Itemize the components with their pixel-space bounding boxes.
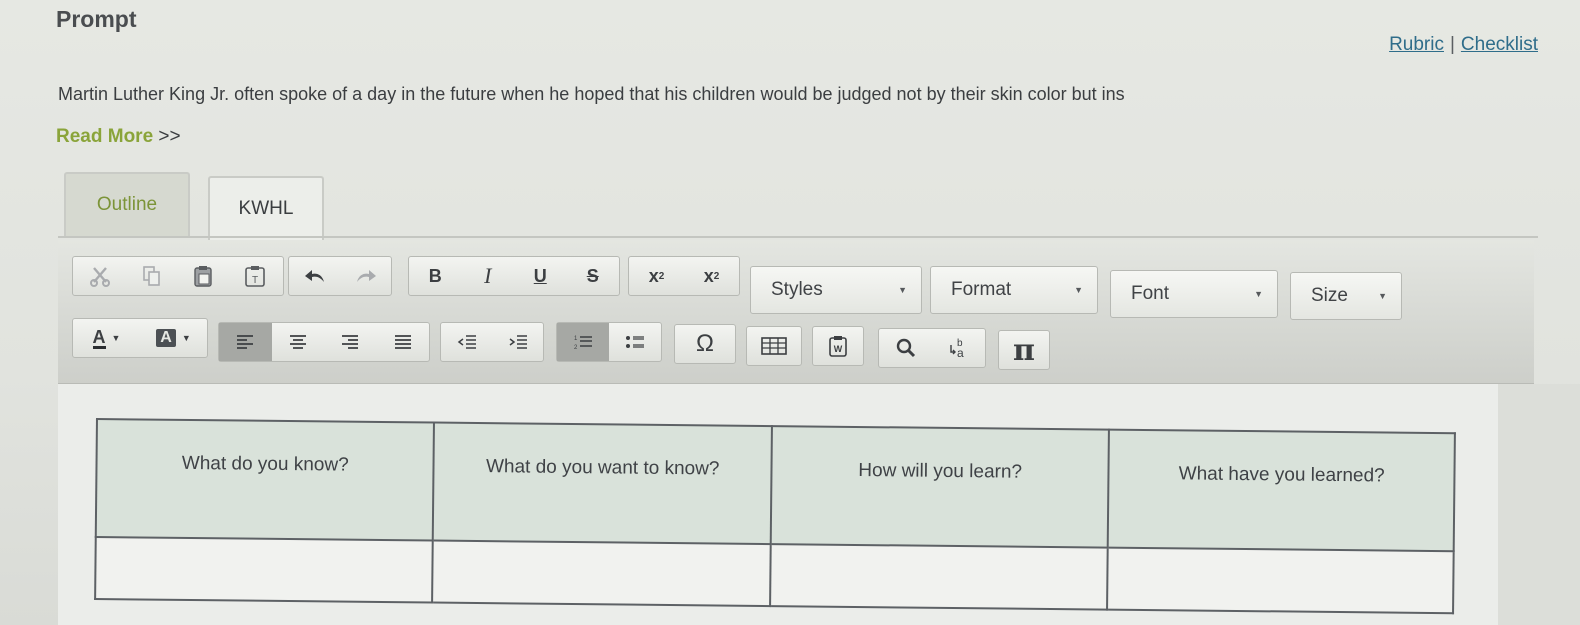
- size-dropdown-label: Size: [1311, 285, 1348, 306]
- table-header-want-to-know: What do you want to know?: [433, 422, 772, 545]
- rubric-link[interactable]: Rubric: [1389, 34, 1444, 55]
- svg-text:W: W: [834, 344, 843, 354]
- colors-group: A ▼ A ▼: [72, 318, 208, 358]
- chevron-down-icon: ▼: [1074, 285, 1083, 295]
- tab-outline[interactable]: Outline: [64, 172, 190, 236]
- align-center-icon[interactable]: [272, 323, 325, 361]
- table-row: [95, 537, 1454, 614]
- paste-icon[interactable]: [177, 257, 229, 295]
- table-icon[interactable]: [747, 327, 801, 365]
- underline-button[interactable]: U: [514, 257, 567, 295]
- strikethrough-button[interactable]: S: [567, 257, 620, 295]
- outdent-icon[interactable]: [441, 323, 492, 361]
- read-more-label[interactable]: Read More: [56, 126, 153, 147]
- chevron-down-icon: ▼: [1254, 289, 1263, 299]
- align-right-icon[interactable]: [324, 323, 377, 361]
- find-replace-icon[interactable]: ba: [932, 329, 985, 367]
- read-more-link[interactable]: Read More >>: [56, 126, 181, 148]
- table-header-know: What do you know?: [95, 419, 435, 541]
- link-separator: |: [1449, 34, 1455, 55]
- background-color-button[interactable]: A ▼: [140, 319, 207, 357]
- superscript-digit: 2: [713, 270, 720, 282]
- table-header-how-learn: How will you learn?: [770, 426, 1110, 548]
- svg-text:T: T: [252, 275, 258, 286]
- text-color-button[interactable]: A ▼: [73, 319, 140, 357]
- chevron-down-icon: ▼: [111, 333, 121, 343]
- svg-text:a: a: [957, 346, 964, 359]
- redo-icon[interactable]: [340, 257, 391, 295]
- indent-icon[interactable]: [492, 323, 543, 361]
- alignment-group: [218, 322, 430, 362]
- math-equation-button[interactable]: π: [999, 331, 1049, 369]
- format-dropdown[interactable]: Format ▼: [930, 266, 1098, 314]
- script-group: x2 x2: [628, 256, 740, 296]
- superscript-button[interactable]: x2: [684, 257, 739, 295]
- basic-styles-group: B I U S: [408, 256, 620, 296]
- styles-dropdown[interactable]: Styles ▼: [750, 266, 922, 314]
- clipboard-group: T: [72, 256, 284, 296]
- bold-button[interactable]: B: [409, 257, 462, 295]
- subscript-label: x: [648, 265, 659, 286]
- table-header-row: What do you know? What do you want to kn…: [95, 419, 1455, 552]
- bulleted-list-icon[interactable]: [609, 323, 661, 361]
- paste-text-icon[interactable]: T: [229, 257, 281, 295]
- find-replace-group: ba: [878, 328, 986, 368]
- table-group: [746, 326, 802, 366]
- special-character-button[interactable]: Ω: [675, 325, 735, 363]
- chevron-down-icon: ▼: [898, 285, 907, 295]
- size-dropdown[interactable]: Size ▼: [1290, 272, 1402, 320]
- table-header-learned: What have you learned?: [1108, 429, 1455, 552]
- table-cell-how-learn[interactable]: [770, 544, 1109, 610]
- history-group: [288, 256, 392, 296]
- paste-word-group: W: [812, 326, 864, 366]
- justify-icon[interactable]: [377, 323, 430, 361]
- paste-from-word-icon[interactable]: W: [813, 327, 863, 365]
- search-icon[interactable]: [879, 329, 932, 367]
- font-dropdown-label: Font: [1131, 283, 1170, 304]
- styles-dropdown-label: Styles: [771, 279, 823, 300]
- tab-kwhl[interactable]: KWHL: [208, 176, 324, 240]
- align-left-icon[interactable]: [219, 323, 272, 361]
- subscript-digit: 2: [658, 270, 665, 282]
- editor-scroll-gutter: [1498, 384, 1580, 625]
- kwhl-table: What do you know? What do you want to kn…: [94, 418, 1456, 614]
- copy-icon[interactable]: [127, 257, 177, 295]
- cut-icon[interactable]: [73, 257, 127, 295]
- special-char-group: Ω: [674, 324, 736, 364]
- prompt-title: Prompt: [56, 6, 137, 32]
- subscript-button[interactable]: x2: [629, 257, 684, 295]
- numbered-list-icon[interactable]: 12: [557, 323, 609, 361]
- rubric-checklist-links: Rubric | Checklist: [1389, 34, 1538, 56]
- superscript-label: x: [703, 265, 714, 286]
- lists-group: 12: [556, 322, 662, 362]
- read-more-arrows: >>: [158, 126, 181, 147]
- background-color-icon: A: [156, 329, 176, 347]
- svg-text:2: 2: [574, 345, 578, 351]
- table-cell-want-to-know[interactable]: [432, 540, 771, 607]
- prompt-text: Martin Luther King Jr. often spoke of a …: [58, 84, 1125, 104]
- indent-group: [440, 322, 544, 362]
- svg-text:1: 1: [574, 336, 578, 342]
- table-cell-know[interactable]: [95, 537, 434, 603]
- table-cell-learned[interactable]: [1107, 547, 1454, 614]
- chevron-down-icon: ▼: [181, 333, 191, 343]
- font-dropdown[interactable]: Font ▼: [1110, 270, 1278, 318]
- italic-button[interactable]: I: [462, 257, 515, 295]
- undo-icon[interactable]: [289, 257, 340, 295]
- math-group: π: [998, 330, 1050, 370]
- text-color-icon: A: [92, 326, 106, 349]
- chevron-down-icon: ▼: [1378, 291, 1387, 301]
- checklist-link[interactable]: Checklist: [1461, 34, 1538, 55]
- format-dropdown-label: Format: [951, 279, 1012, 300]
